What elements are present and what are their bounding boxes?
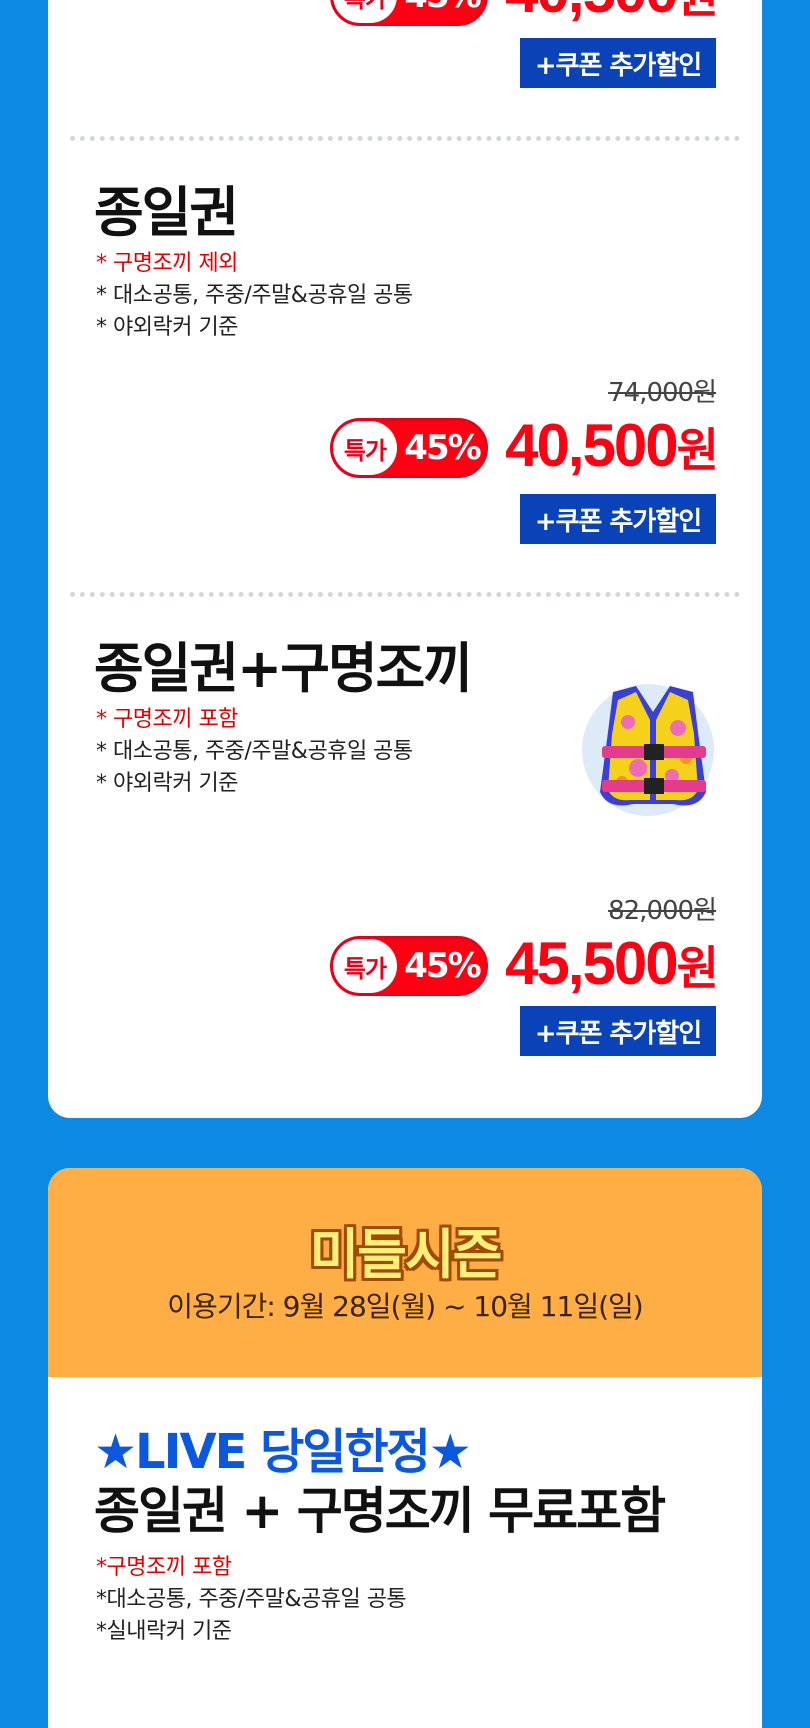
sale-badge: 특가 45% — [330, 418, 488, 478]
discount-rate: 45% — [404, 946, 481, 986]
discount-rate: 45% — [399, 0, 485, 23]
life-vest-icon — [582, 684, 714, 816]
sale-price-unit: 원 — [677, 0, 719, 22]
life-vest-image — [578, 672, 728, 822]
sale-price: 45,500원 — [505, 934, 719, 994]
sale-tag: 특가 — [333, 0, 397, 23]
sale-price-value: 40,500 — [505, 412, 679, 479]
product-card: 특가 45% 40,500원 +쿠폰 추가할인 종일권 * 구명조끼 제외 * … — [48, 0, 762, 1118]
coupon-button[interactable]: +쿠폰 추가할인 — [520, 494, 716, 544]
sale-price: 40,500원 — [505, 0, 719, 25]
product-note: * 구명조끼 포함 — [96, 707, 238, 732]
sale-price-value: 45,500 — [505, 930, 679, 997]
discount-rate: 45% — [404, 428, 481, 468]
product-title: 종일권+구명조끼 — [94, 637, 473, 700]
product-note: * 대소공통, 주중/주말&공휴일 공통 — [96, 739, 413, 764]
sale-price-unit: 원 — [676, 424, 719, 476]
sale-price-value: 40,500 — [505, 0, 679, 25]
dotted-divider — [70, 136, 740, 141]
product-note: * 야외락커 기준 — [96, 315, 238, 340]
season-period: 이용기간: 9월 28일(월) ~ 10월 11일(일) — [167, 1290, 643, 1323]
product-note: * 대소공통, 주중/주말&공휴일 공통 — [96, 283, 413, 308]
product-title: 종일권 + 구명조끼 무료포함 — [94, 1482, 666, 1540]
season-card: 미들시즌 이용기간: 9월 28일(월) ~ 10월 11일(일) ★LIVE … — [48, 1168, 762, 1728]
sale-badge: 특가 45% — [330, 0, 488, 26]
product-note: *구명조끼 포함 — [96, 1555, 232, 1580]
dotted-divider — [70, 592, 740, 597]
live-label: ★LIVE 당일한정★ — [94, 1424, 472, 1480]
product-note: * 구명조끼 제외 — [96, 251, 238, 276]
product-note: * 야외락커 기준 — [96, 771, 238, 796]
sale-price: 40,500원 — [505, 416, 719, 476]
product-title: 종일권 — [94, 181, 239, 244]
original-price: 82,000원 — [608, 896, 717, 926]
product-note: *실내락커 기준 — [96, 1619, 232, 1644]
sale-tag: 특가 — [333, 421, 397, 475]
sale-badge: 특가 45% — [330, 936, 488, 996]
coupon-button[interactable]: +쿠폰 추가할인 — [520, 1006, 716, 1056]
original-price: 74,000원 — [608, 378, 717, 408]
sale-price-unit: 원 — [676, 942, 719, 994]
season-title: 미들시즌 — [309, 1223, 503, 1286]
season-header: 미들시즌 이용기간: 9월 28일(월) ~ 10월 11일(일) — [48, 1168, 762, 1377]
product-note: *대소공통, 주중/주말&공휴일 공통 — [96, 1587, 407, 1612]
sale-tag: 특가 — [333, 939, 397, 993]
coupon-button[interactable]: +쿠폰 추가할인 — [520, 38, 716, 88]
